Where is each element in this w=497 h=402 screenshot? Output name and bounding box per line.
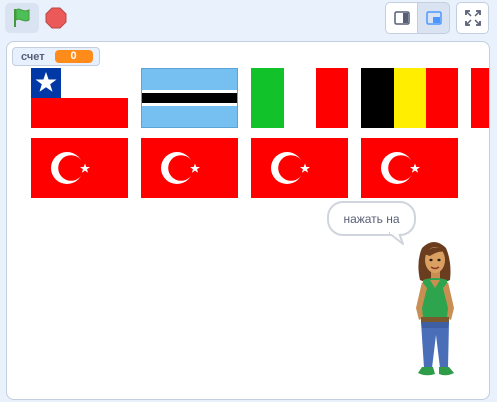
flag-sprite-turkey[interactable]: [251, 138, 348, 198]
flag-sprite-italy[interactable]: [251, 68, 348, 128]
score-monitor[interactable]: счет 0: [12, 47, 100, 66]
speech-bubble-tail: [389, 232, 404, 245]
speech-text: нажать на: [343, 211, 400, 226]
fullscreen-icon: [464, 10, 481, 26]
normal-stage-layout-icon: [425, 11, 442, 25]
normal-stage-button[interactable]: [417, 2, 450, 34]
stage-canvas[interactable]: нажать на счет 0: [6, 41, 490, 400]
flag-sprite-turkey[interactable]: [141, 138, 238, 198]
stop-sign-icon: [45, 7, 67, 29]
flag-sprite-turkey[interactable]: [31, 138, 128, 198]
fullscreen-button[interactable]: [456, 2, 489, 34]
green-flag-button[interactable]: [5, 3, 39, 33]
flag-sprite-botswana[interactable]: [141, 68, 238, 128]
flag-sprite-turkey[interactable]: [361, 138, 458, 198]
flag-sprite-chile[interactable]: [31, 68, 128, 128]
speech-bubble: нажать на: [327, 201, 416, 236]
flag-sprite-belgium[interactable]: [361, 68, 458, 128]
score-monitor-value: 0: [54, 50, 93, 63]
girl-character-sprite[interactable]: [406, 240, 466, 385]
small-stage-button[interactable]: [385, 2, 418, 34]
stage-header: [0, 0, 497, 38]
small-stage-layout-icon: [393, 11, 410, 25]
score-monitor-label: счет: [21, 50, 45, 63]
stop-button[interactable]: [41, 3, 71, 33]
green-flag-icon: [14, 8, 30, 27]
flag-sprite-turkey-partial[interactable]: [471, 68, 489, 128]
